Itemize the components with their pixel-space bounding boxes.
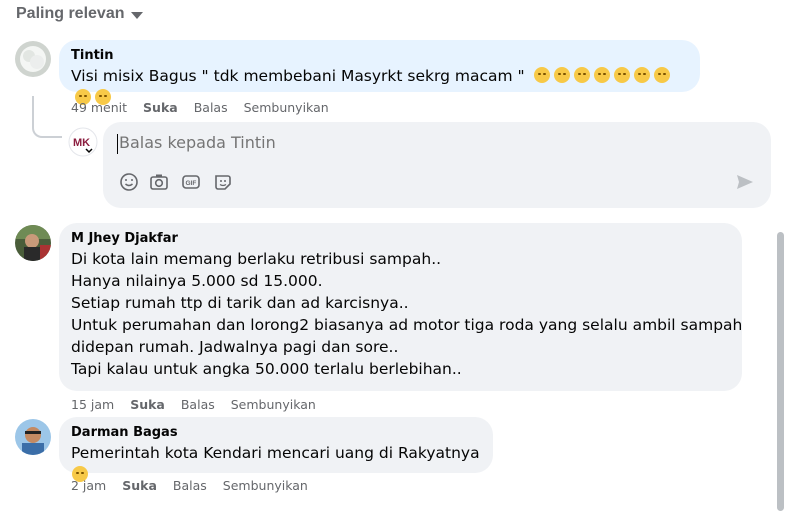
thread-connector	[32, 96, 62, 138]
current-user-avatar[interactable]: MK	[68, 127, 98, 157]
avatar[interactable]	[15, 225, 51, 261]
camera-icon[interactable]	[149, 172, 169, 192]
reply-button[interactable]: Balas	[173, 478, 207, 493]
comment-author[interactable]: Darman Bagas	[71, 425, 481, 440]
avatar[interactable]	[15, 419, 51, 455]
sort-dropdown[interactable]: Paling relevan	[16, 5, 143, 23]
svg-text:GIF: GIF	[186, 180, 197, 187]
caret-down-icon	[130, 12, 143, 19]
emoji-icon	[613, 67, 630, 83]
comment-bubble: Tintin Visi misix Bagus " tdk membebani …	[59, 40, 700, 105]
comment-bubble: M Jhey Djakfar Di kota lain memang berla…	[59, 223, 742, 391]
emoji-icon	[593, 67, 610, 83]
hide-button[interactable]: Sembunyikan	[223, 478, 308, 493]
sticker-icon[interactable]	[213, 172, 233, 192]
like-button[interactable]: Suka	[122, 478, 157, 493]
reply-input[interactable]	[117, 132, 721, 153]
emoji-icon	[633, 67, 650, 83]
scrollbar[interactable]	[777, 232, 784, 511]
comment-text: Di kota lain memang berlaku retribusi sa…	[71, 248, 743, 380]
comment-timestamp[interactable]: 15 jam	[71, 397, 114, 412]
comment-line: Setiap rumah ttp di tarik dan ad karcisn…	[71, 294, 409, 312]
emoji-icon	[573, 67, 590, 83]
comment-line: Visi misix Bagus " tdk membebani Masyrkt…	[71, 67, 525, 85]
comment-line: Hanya nilainya 5.000 sd 15.000.	[71, 272, 323, 290]
comment-actions: 15 jam Suka Balas Sembunyikan	[71, 397, 316, 412]
hide-button[interactable]: Sembunyikan	[231, 397, 316, 412]
comment-line: Tapi kalau untuk angka 50.000 terlalu be…	[71, 360, 462, 378]
comment-line: Untuk perumahan dan lorong2 biasanya ad …	[71, 316, 743, 334]
comment-author[interactable]: Tintin	[71, 48, 688, 63]
comment-line: Di kota lain memang berlaku retribusi sa…	[71, 250, 442, 268]
gif-icon[interactable]: GIF	[181, 172, 201, 192]
comment-timestamp[interactable]: 49 menit	[71, 100, 127, 115]
comment-line: Pemerintah kota Kendari mencari uang di …	[71, 444, 480, 462]
comment-bubble: Darman Bagas Pemerintah kota Kendari men…	[59, 417, 493, 482]
send-icon[interactable]	[735, 172, 755, 192]
svg-text:MK: MK	[73, 137, 90, 149]
reply-button[interactable]: Balas	[194, 100, 228, 115]
emoji-icon	[653, 67, 670, 83]
hide-button[interactable]: Sembunyikan	[244, 100, 329, 115]
comment-line: didepan rumah. Jadwalnya pagi dan sore..	[71, 338, 399, 356]
reply-button[interactable]: Balas	[181, 397, 215, 412]
reply-composer: GIF	[103, 122, 771, 208]
like-button[interactable]: Suka	[130, 397, 165, 412]
sort-label: Paling relevan	[16, 5, 125, 22]
like-button[interactable]: Suka	[143, 100, 178, 115]
comment-timestamp[interactable]: 2 jam	[71, 478, 106, 493]
text-cursor	[117, 134, 118, 154]
comment-author[interactable]: M Jhey Djakfar	[71, 231, 730, 246]
avatar[interactable]	[15, 41, 51, 77]
emoji-picker-icon[interactable]	[119, 172, 139, 192]
comment-actions: 49 menit Suka Balas Sembunyikan	[71, 100, 329, 115]
emoji-icon	[553, 67, 570, 83]
emoji-icon	[533, 67, 550, 83]
comment-actions: 2 jam Suka Balas Sembunyikan	[71, 478, 308, 493]
